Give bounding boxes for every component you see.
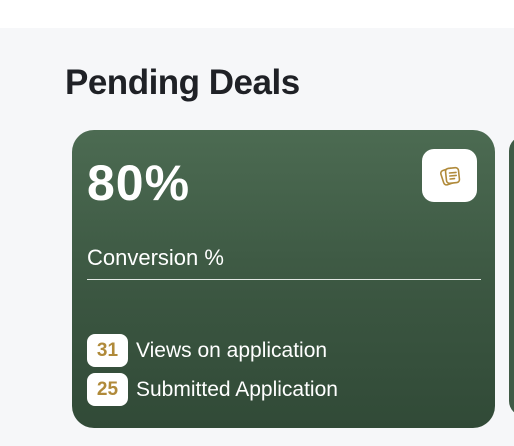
- documents-icon: [439, 166, 460, 186]
- stat-row-views: 31 Views on application: [87, 334, 327, 367]
- conversion-card[interactable]: 80% Conversion % 31 Views on application…: [72, 130, 495, 428]
- top-bar: [0, 0, 514, 28]
- submitted-count-badge: 25: [87, 373, 128, 406]
- conversion-value: 80%: [87, 155, 191, 211]
- section-title: Pending Deals: [65, 63, 300, 102]
- views-label: Views on application: [136, 338, 328, 362]
- stat-row-submitted: 25 Submitted Application: [87, 373, 338, 406]
- views-count-badge: 31: [87, 334, 128, 367]
- submitted-label: Submitted Application: [136, 377, 338, 401]
- divider: [87, 279, 481, 280]
- documents-button[interactable]: [422, 149, 477, 202]
- next-card-peek[interactable]: [509, 136, 514, 416]
- conversion-label: Conversion %: [87, 245, 224, 270]
